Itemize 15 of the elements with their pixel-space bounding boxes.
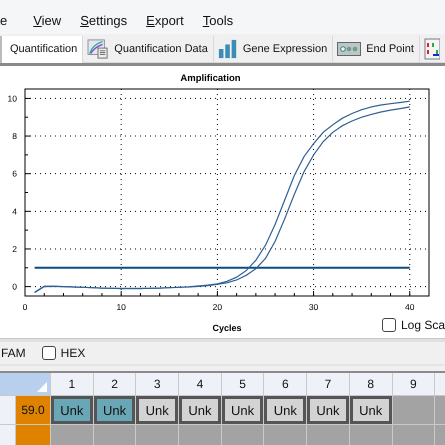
y-tick-label: 0 (12, 282, 17, 292)
y-tick-label: 6 (12, 168, 17, 179)
x-axis-label: Cycles (212, 323, 242, 334)
channel-label: FAM (1, 346, 26, 360)
y-tick-label: 8 (12, 131, 17, 142)
x-tick-label: 0 (22, 302, 28, 312)
y-tick-label: 10 (8, 94, 17, 104)
chart-title: Amplification (180, 73, 241, 84)
y-tick-label: 4 (12, 206, 17, 216)
x-tick-label: 10 (116, 302, 126, 312)
value-cell: 59.0 (16, 396, 50, 424)
x-tick-label: 40 (405, 302, 414, 312)
x-tick-label: 20 (212, 302, 222, 312)
x-tick-label: 30 (308, 302, 318, 312)
y-tick-label: 2 (12, 244, 17, 254)
